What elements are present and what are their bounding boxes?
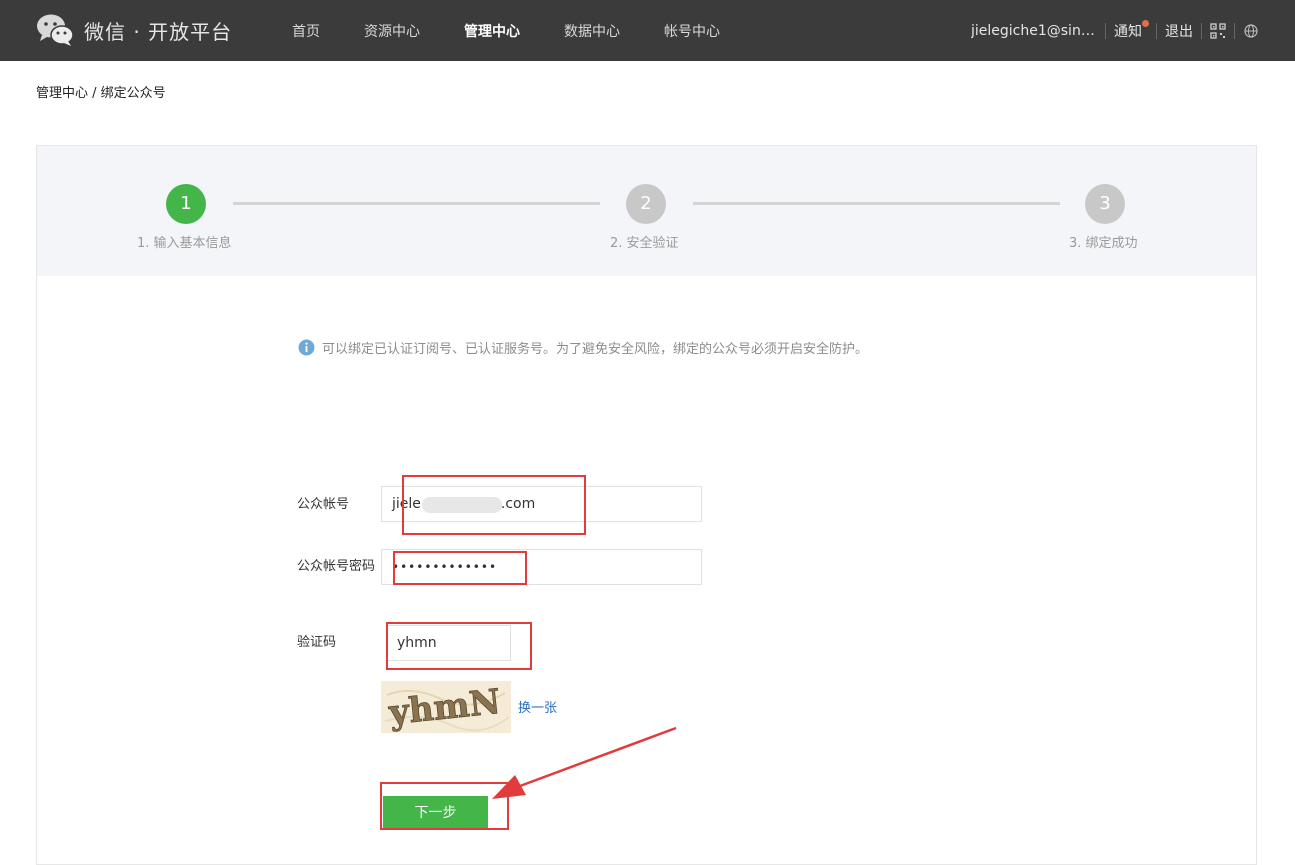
nav-management[interactable]: 管理中心: [464, 21, 520, 41]
nav-account[interactable]: 帐号中心: [664, 21, 720, 41]
step-2-circle: 2: [626, 184, 666, 224]
qr-code-icon[interactable]: [1210, 22, 1226, 39]
main-nav: 首页 资源中心 管理中心 数据中心 帐号中心: [276, 0, 764, 61]
highlight-box-account: [402, 475, 586, 535]
brand-name: 微信 · 开放平台: [84, 19, 233, 44]
brand[interactable]: 微信 · 开放平台: [36, 12, 232, 48]
top-navigation-bar: 微信 · 开放平台 首页 资源中心 管理中心 数据中心 帐号中心 jielegi…: [0, 0, 1295, 61]
step-2-label: 2. 安全验证: [610, 236, 679, 251]
captcha-label: 验证码: [297, 635, 337, 650]
captcha-image[interactable]: yhmN: [381, 681, 511, 734]
user-menu: jielegiche1@sina... 通知 退出: [971, 0, 1259, 61]
breadcrumb: 管理中心 / 绑定公众号: [36, 86, 166, 101]
globe-icon[interactable]: [1243, 23, 1259, 39]
step-3-circle: 3: [1085, 184, 1125, 224]
logout-link[interactable]: 退出: [1165, 21, 1193, 41]
nav-data[interactable]: 数据中心: [564, 21, 620, 41]
divider: [1156, 22, 1157, 39]
step-1-label: 1. 输入基本信息: [137, 236, 232, 251]
notification-dot: [1142, 19, 1149, 27]
wechat-logo-icon: [37, 14, 74, 46]
nav-resources[interactable]: 资源中心: [364, 21, 420, 41]
notice-text: 可以绑定已认证订阅号、已认证服务号。为了避免安全风险，绑定的公众号必须开启安全防…: [322, 342, 869, 357]
step-3-label: 3. 绑定成功: [1069, 236, 1138, 251]
info-icon: [298, 339, 315, 356]
info-notice: 可以绑定已认证订阅号、已认证服务号。为了避免安全风险，绑定的公众号必须开启安全防…: [298, 338, 868, 357]
highlight-box-password: [393, 551, 527, 585]
password-label: 公众帐号密码: [297, 559, 376, 574]
change-captcha-link[interactable]: 换一张: [518, 697, 557, 716]
nav-home[interactable]: 首页: [292, 21, 320, 41]
step-connector: [693, 202, 1060, 205]
divider: [1234, 22, 1235, 39]
notification-label: 通知: [1114, 23, 1142, 40]
highlight-box-captcha: [386, 622, 532, 670]
step-connector: [233, 202, 600, 205]
divider: [1201, 22, 1202, 39]
step-1-circle: 1: [166, 184, 206, 224]
highlight-box-next-button: [380, 782, 509, 830]
account-label: 公众帐号: [297, 497, 350, 512]
notification-link[interactable]: 通知: [1114, 19, 1149, 41]
progress-steps: 1 2 3 1. 输入基本信息 2. 安全验证 3. 绑定成功: [37, 146, 1256, 276]
bind-account-panel: 1 2 3 1. 输入基本信息 2. 安全验证 3. 绑定成功 可以绑定已认证订…: [36, 145, 1257, 865]
divider: [1105, 22, 1106, 39]
user-email[interactable]: jielegiche1@sina...: [971, 23, 1097, 39]
